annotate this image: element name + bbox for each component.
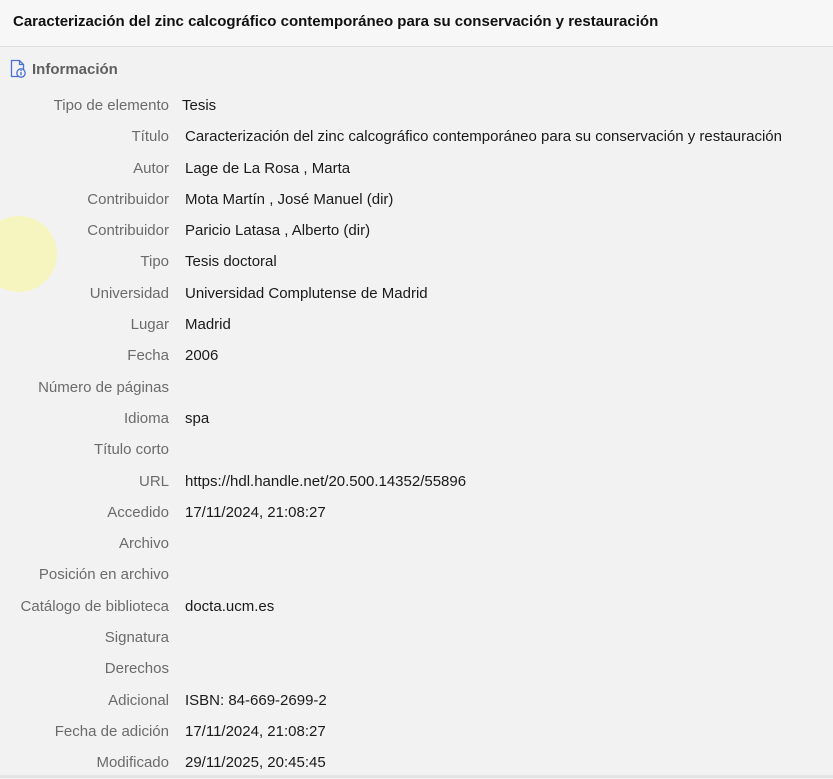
document-info-icon xyxy=(10,59,26,78)
field-label: Número de páginas xyxy=(38,378,169,396)
field-value[interactable]: Tesis doctoral xyxy=(185,253,277,270)
field-label: Autor xyxy=(133,159,169,177)
field-value[interactable]: Tesis xyxy=(182,97,216,114)
field-label: Signatura xyxy=(104,629,169,647)
field-label: Accedido xyxy=(107,503,169,521)
field-label: Título xyxy=(131,128,169,146)
field-label: Catálogo de biblioteca xyxy=(20,597,169,615)
field-label: Lugar xyxy=(130,316,169,334)
field-value[interactable]: Lage de La Rosa , Marta xyxy=(185,160,350,177)
field-label: Modificado xyxy=(96,754,169,772)
field-value[interactable]: ISBN: 84-669-2699-2 xyxy=(185,692,327,709)
field-row-university[interactable]: Universidad Universidad Complutense de M… xyxy=(0,278,833,309)
info-section-title: Información xyxy=(32,60,118,78)
field-value[interactable]: Caracterización del zinc calcográfico co… xyxy=(185,128,782,145)
field-row-item-type[interactable]: Tipo de elemento Tesis xyxy=(0,90,833,121)
field-row-type[interactable]: Tipo Tesis doctoral xyxy=(0,246,833,277)
field-row-archive-location[interactable]: Posición en archivo xyxy=(0,559,833,590)
field-row-date[interactable]: Fecha 2006 xyxy=(0,340,833,371)
field-value: 17/11/2024, 21:08:27 xyxy=(185,722,326,740)
field-label: Adicional xyxy=(108,691,169,709)
item-header: Caracterización del zinc calcográfico co… xyxy=(0,0,833,47)
field-label: Derechos xyxy=(104,660,169,678)
field-label: Título corto xyxy=(93,441,169,459)
field-value[interactable]: spa xyxy=(185,410,209,427)
info-section-header[interactable]: Información xyxy=(8,58,118,80)
field-value[interactable]: 17/11/2024, 21:08:27 xyxy=(185,504,326,521)
field-row-rights[interactable]: Derechos xyxy=(0,653,833,684)
field-row-archive[interactable]: Archivo xyxy=(0,528,833,559)
field-row-date-added[interactable]: Fecha de adición 17/11/2024, 21:08:27 xyxy=(0,716,833,747)
field-value[interactable]: Mota Martín , José Manuel (dir) xyxy=(185,191,393,208)
field-row-url[interactable]: URL https://hdl.handle.net/20.500.14352/… xyxy=(0,466,833,497)
field-row-modified[interactable]: Modificado 29/11/2025, 20:45:45 xyxy=(0,747,833,778)
field-row-contributor[interactable]: Contribuidor Paricio Latasa , Alberto (d… xyxy=(0,215,833,246)
field-label: Fecha xyxy=(127,347,169,365)
field-value[interactable]: docta.ucm.es xyxy=(185,598,274,615)
field-value[interactable]: https://hdl.handle.net/20.500.14352/5589… xyxy=(185,473,466,490)
field-row-accessed[interactable]: Accedido 17/11/2024, 21:08:27 xyxy=(0,497,833,528)
field-value[interactable]: Universidad Complutense de Madrid xyxy=(185,285,428,302)
field-row-library-catalog[interactable]: Catálogo de biblioteca docta.ucm.es xyxy=(0,591,833,622)
item-title: Caracterización del zinc calcográfico co… xyxy=(13,13,659,30)
field-label: Contribuidor xyxy=(87,222,169,240)
field-row-title[interactable]: Título Caracterización del zinc calcográ… xyxy=(0,121,833,152)
field-row-call-number[interactable]: Signatura xyxy=(0,622,833,653)
field-label: Tipo xyxy=(140,253,169,271)
field-row-author[interactable]: Autor Lage de La Rosa , Marta xyxy=(0,153,833,184)
field-row-language[interactable]: Idioma spa xyxy=(0,403,833,434)
field-label: Idioma xyxy=(123,409,169,427)
field-value[interactable]: 2006 xyxy=(185,347,218,364)
field-value: 29/11/2025, 20:45:45 xyxy=(185,754,326,772)
field-label: Archivo xyxy=(118,535,169,553)
field-value[interactable]: Madrid xyxy=(185,316,231,333)
field-label: Posición en archivo xyxy=(38,566,169,584)
field-value[interactable]: Paricio Latasa , Alberto (dir) xyxy=(185,222,370,239)
field-row-extra[interactable]: Adicional ISBN: 84-669-2699-2 xyxy=(0,685,833,716)
field-row-num-pages[interactable]: Número de páginas xyxy=(0,372,833,403)
field-label: URL xyxy=(138,472,169,490)
field-label: Universidad xyxy=(89,284,169,302)
field-label: Contribuidor xyxy=(87,190,169,208)
field-label: Fecha de adición xyxy=(54,722,169,740)
field-label: Tipo de elemento xyxy=(53,97,169,114)
field-row-place[interactable]: Lugar Madrid xyxy=(0,309,833,340)
field-row-contributor[interactable]: Contribuidor Mota Martín , José Manuel (… xyxy=(0,184,833,215)
field-list: Tipo de elemento Tesis Título Caracteriz… xyxy=(0,90,833,779)
field-row-short-title[interactable]: Título corto xyxy=(0,434,833,465)
